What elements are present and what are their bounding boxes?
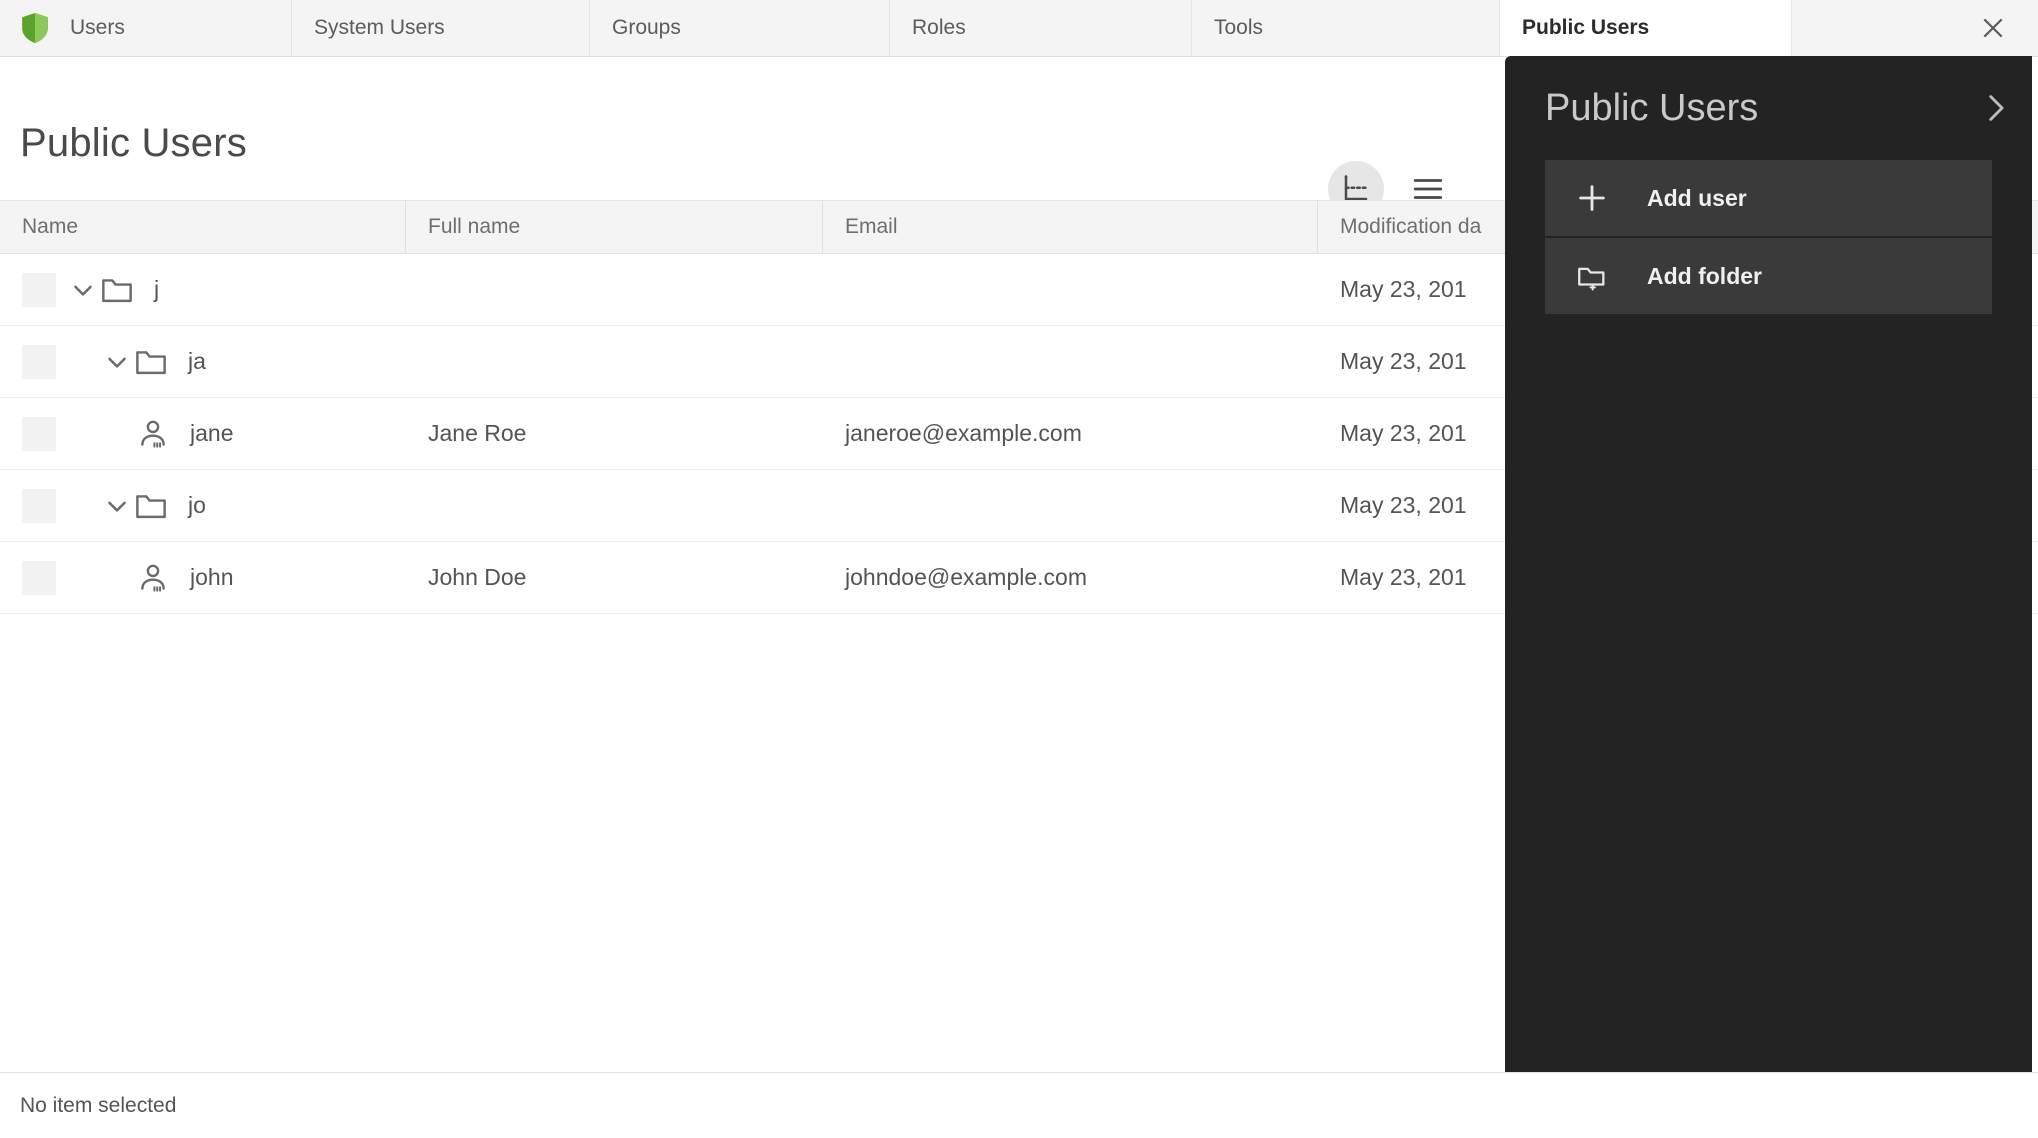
cell-full-name: [406, 326, 823, 397]
folder-icon: [102, 278, 132, 302]
chevron-down-icon[interactable]: [68, 275, 98, 305]
cell-full-name: Jane Roe: [428, 420, 527, 446]
row-name-label: ja: [188, 348, 206, 374]
row-name-label: jane: [190, 420, 234, 446]
actions-panel-buttons: Add user Add folder: [1505, 160, 2032, 314]
user-icon: [141, 420, 165, 448]
actions-panel: Public Users Add user Add folder: [1505, 56, 2032, 1072]
folder-icon: [136, 494, 166, 518]
cell-name: jane: [0, 398, 406, 469]
tab-system-users[interactable]: System Users: [292, 0, 590, 56]
user-icon: [141, 564, 165, 592]
cell-name: john: [0, 542, 406, 613]
column-header-email[interactable]: Email: [823, 201, 1318, 253]
cell-email: [823, 326, 1318, 397]
folder-icon: [136, 350, 166, 374]
chevron-right-icon[interactable]: [1978, 91, 2012, 125]
cell-name: j: [0, 254, 406, 325]
add-user-label: Add user: [1647, 184, 1747, 211]
chevron-down-icon[interactable]: [102, 491, 132, 521]
cell-name: ja: [0, 326, 406, 397]
close-icon: [1983, 18, 2003, 38]
tab-groups[interactable]: Groups: [590, 0, 890, 56]
plus-icon: [1579, 185, 1605, 211]
tab-roles[interactable]: Roles: [890, 0, 1192, 56]
column-header-full-name[interactable]: Full name: [406, 201, 823, 253]
row-checkbox[interactable]: [22, 416, 56, 451]
add-folder-icon: [1578, 267, 1605, 291]
tab-tools[interactable]: Tools: [1192, 0, 1500, 56]
tab-label: Tools: [1214, 16, 1264, 39]
row-checkbox[interactable]: [22, 488, 56, 523]
actions-panel-title: Public Users: [1545, 86, 1759, 129]
tab-label: Public Users: [1522, 16, 1650, 39]
application-window: Users System Users Groups Roles Tools Pu…: [0, 0, 2038, 1138]
tab-public-users[interactable]: Public Users: [1500, 0, 1792, 56]
shield-icon: [22, 13, 48, 43]
add-folder-button[interactable]: Add folder: [1545, 238, 1992, 314]
tab-label: Users: [70, 16, 125, 39]
row-name-label: jo: [188, 492, 206, 518]
actions-panel-header: Public Users: [1505, 56, 2032, 160]
cell-email: janeroe@example.com: [845, 420, 1082, 446]
add-user-button[interactable]: Add user: [1545, 160, 1992, 236]
row-checkbox[interactable]: [22, 344, 56, 379]
page-header: Public Users: [0, 57, 1504, 217]
row-checkbox[interactable]: [22, 560, 56, 595]
page-title: Public Users: [20, 121, 247, 165]
cell-full-name: John Doe: [428, 564, 527, 590]
close-tab-button[interactable]: [1948, 0, 2038, 56]
status-bar: No item selected: [0, 1072, 2038, 1138]
row-name-label: john: [190, 564, 234, 590]
tab-users[interactable]: Users: [0, 0, 292, 56]
cell-email: johndoe@example.com: [845, 564, 1087, 590]
status-text: No item selected: [20, 1093, 177, 1117]
tab-label: Groups: [612, 16, 681, 39]
tab-label: System Users: [314, 16, 445, 39]
column-header-name[interactable]: Name: [0, 201, 406, 253]
row-checkbox[interactable]: [22, 272, 56, 307]
cell-full-name: [406, 470, 823, 541]
tab-bar: Users System Users Groups Roles Tools Pu…: [0, 0, 2038, 57]
cell-email: [823, 470, 1318, 541]
tab-label: Roles: [912, 16, 966, 39]
cell-name: jo: [0, 470, 406, 541]
chevron-down-icon[interactable]: [102, 347, 132, 377]
row-name-label: j: [154, 276, 160, 302]
cell-full-name: [406, 254, 823, 325]
add-folder-label: Add folder: [1647, 262, 1762, 289]
cell-email: [823, 254, 1318, 325]
